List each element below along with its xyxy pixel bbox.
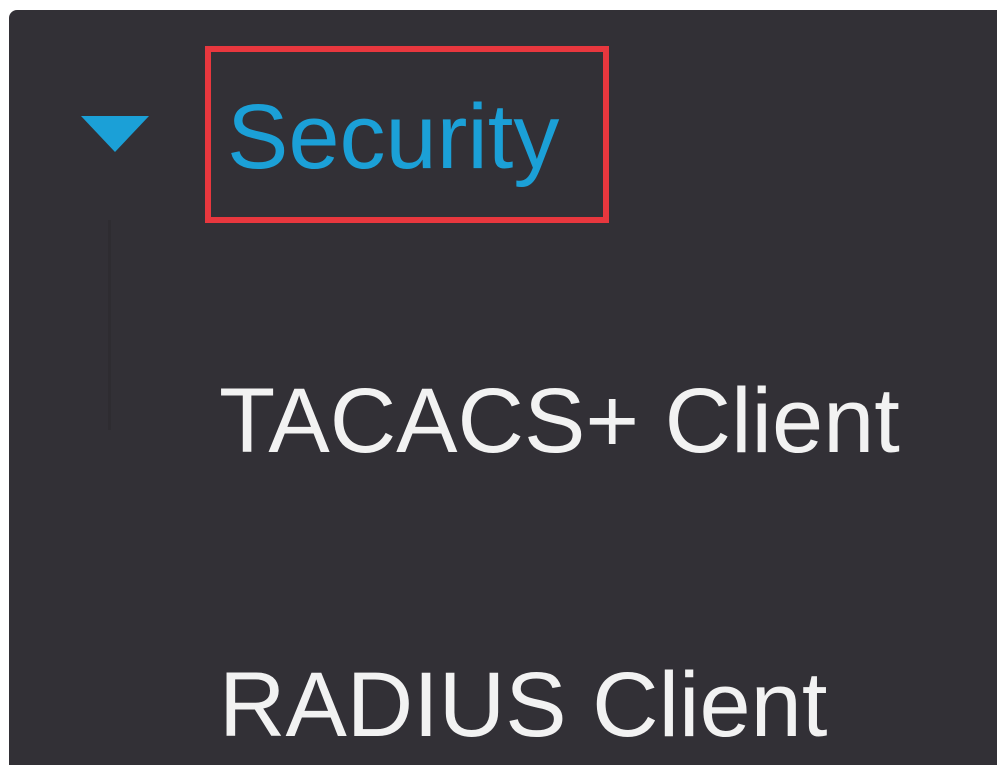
section-security-label[interactable]: Security: [227, 82, 559, 192]
menu-item-tacacs-client[interactable]: TACACS+ Client: [219, 366, 979, 476]
section-security-toggle[interactable]: Security: [9, 10, 997, 240]
caret-down-icon[interactable]: [81, 116, 149, 152]
submenu-guide-line: [108, 220, 111, 430]
navigation-menu: Security TACACS+ Client RADIUS Client: [9, 10, 997, 765]
menu-item-radius-client[interactable]: RADIUS Client: [219, 650, 979, 760]
